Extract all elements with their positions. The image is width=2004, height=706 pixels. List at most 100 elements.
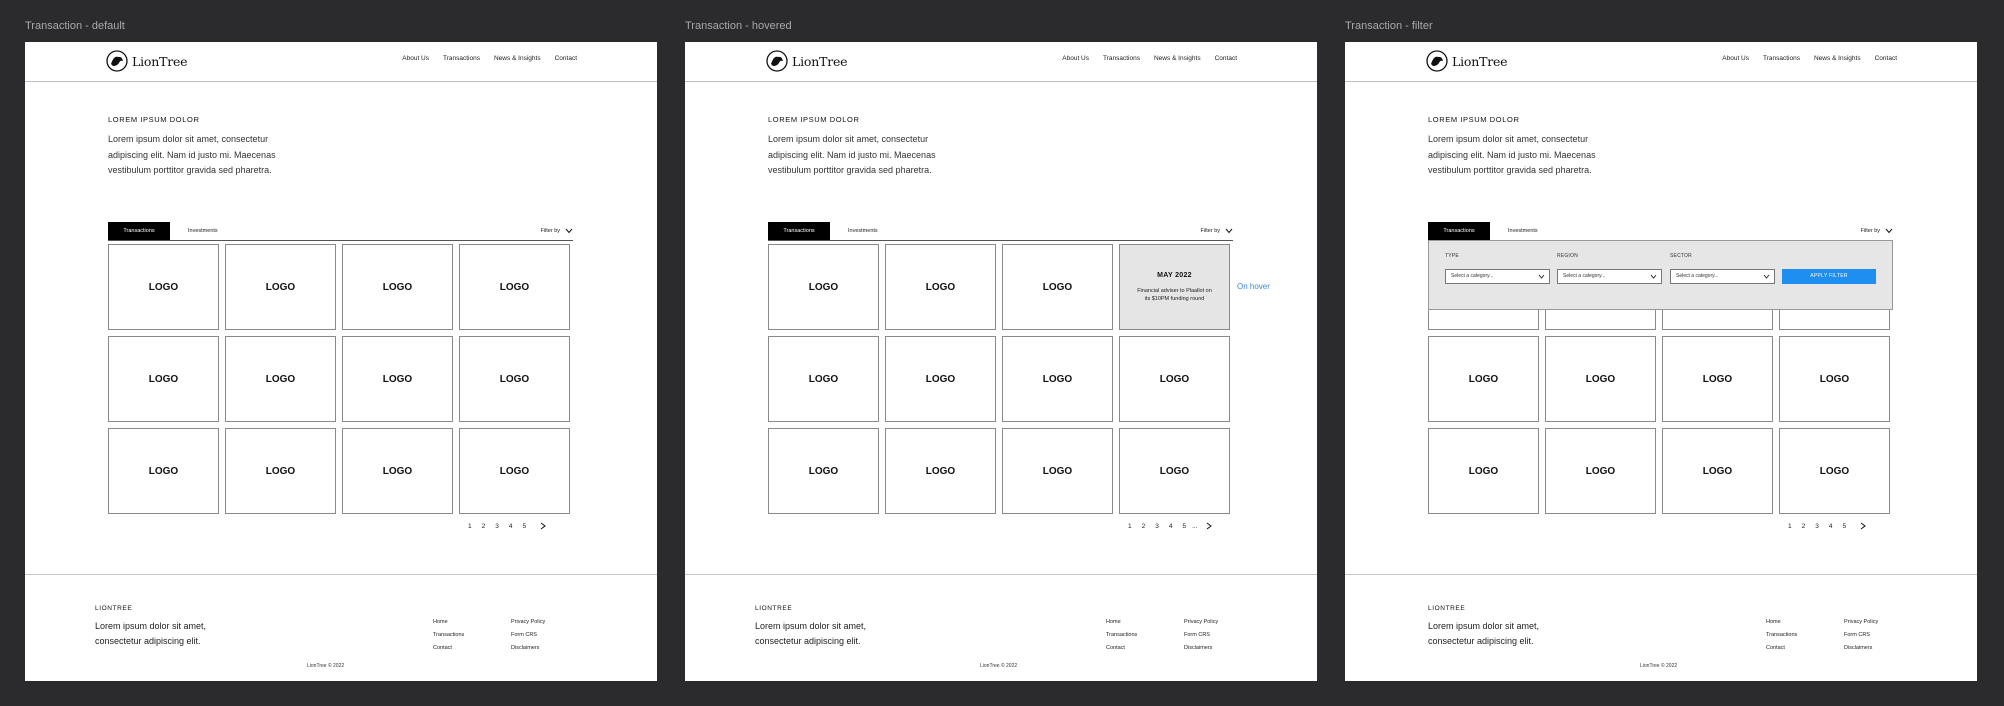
- footer-link-form-crs[interactable]: Form CRS: [511, 632, 545, 638]
- page-4[interactable]: 4: [1169, 523, 1173, 530]
- logo-tile[interactable]: LOGO: [885, 428, 996, 514]
- logo-tile[interactable]: LOGO: [225, 336, 336, 422]
- page-3[interactable]: 3: [1815, 523, 1819, 530]
- logo-tile[interactable]: LOGO: [1119, 336, 1230, 422]
- logo-tile[interactable]: LOGO: [1428, 336, 1539, 422]
- page-3[interactable]: 3: [1155, 523, 1159, 530]
- logo-tile[interactable]: LOGO: [225, 244, 336, 330]
- footer-link-contact[interactable]: Contact: [1106, 645, 1137, 651]
- logo-tile[interactable]: LOGO: [459, 244, 570, 330]
- footer-copyright: LionTree © 2022: [1640, 663, 1678, 669]
- logo-tile-hovered[interactable]: MAY 2022 Financial adviser to Plaallot o…: [1119, 244, 1230, 330]
- logo-tile[interactable]: LOGO: [1545, 428, 1656, 514]
- filter-type-select[interactable]: Select a category...: [1445, 269, 1550, 284]
- footer-link-privacy[interactable]: Privacy Policy: [511, 619, 545, 625]
- tab-transactions[interactable]: Transactions: [1428, 222, 1490, 240]
- logo-tile[interactable]: LOGO: [1002, 244, 1113, 330]
- filter-by-toggle[interactable]: Filter by: [540, 222, 573, 240]
- chevron-right-icon[interactable]: [1206, 522, 1212, 530]
- logo-tile[interactable]: LOGO: [768, 244, 879, 330]
- page-4[interactable]: 4: [509, 523, 513, 530]
- logo-tile[interactable]: LOGO: [885, 244, 996, 330]
- logo-tile[interactable]: LOGO: [108, 428, 219, 514]
- tab-investments[interactable]: Investments: [188, 222, 218, 240]
- page-2[interactable]: 2: [1142, 523, 1146, 530]
- nav-link-transactions[interactable]: Transactions: [1763, 55, 1800, 62]
- apply-filter-button[interactable]: APPLY FILTER: [1782, 269, 1876, 284]
- logo-tile[interactable]: LOGO: [1779, 428, 1890, 514]
- nav-link-about-us[interactable]: About Us: [1722, 55, 1749, 62]
- page-1[interactable]: 1: [1128, 523, 1132, 530]
- footer-link-transactions[interactable]: Transactions: [433, 632, 464, 638]
- footer-link-home[interactable]: Home: [433, 619, 464, 625]
- nav-link-transactions[interactable]: Transactions: [443, 55, 480, 62]
- tab-transactions[interactable]: Transactions: [108, 222, 170, 240]
- nav-link-news-insights[interactable]: News & Insights: [1814, 55, 1861, 62]
- page-4[interactable]: 4: [1829, 523, 1833, 530]
- chevron-right-icon[interactable]: [1860, 522, 1866, 530]
- nav-link-about-us[interactable]: About Us: [1062, 55, 1089, 62]
- footer-link-home[interactable]: Home: [1106, 619, 1137, 625]
- logo-tile[interactable]: LOGO: [225, 428, 336, 514]
- tab-investments[interactable]: Investments: [1508, 222, 1538, 240]
- page-2[interactable]: 2: [1802, 523, 1806, 530]
- logo-tile[interactable]: LOGO: [885, 336, 996, 422]
- logo-tile[interactable]: LOGO: [459, 336, 570, 422]
- footer-link-disclaimers[interactable]: Disclaimers: [1184, 645, 1218, 651]
- page-1[interactable]: 1: [468, 523, 472, 530]
- tab-investments[interactable]: Investments: [848, 222, 878, 240]
- page-3[interactable]: 3: [495, 523, 499, 530]
- page-1[interactable]: 1: [1788, 523, 1792, 530]
- footer-link-transactions[interactable]: Transactions: [1106, 632, 1137, 638]
- nav-link-contact[interactable]: Contact: [1875, 55, 1897, 62]
- logo-tile[interactable]: LOGO: [1779, 336, 1890, 422]
- page-2[interactable]: 2: [482, 523, 486, 530]
- pagination: 1 2 3 4 5: [468, 522, 546, 530]
- footer-link-transactions[interactable]: Transactions: [1766, 632, 1797, 638]
- logo-tile[interactable]: LOGO: [768, 428, 879, 514]
- footer: LIONTREE Lorem ipsum dolor sit amet, con…: [25, 574, 657, 681]
- nav-link-transactions[interactable]: Transactions: [1103, 55, 1140, 62]
- footer-link-privacy[interactable]: Privacy Policy: [1844, 619, 1878, 625]
- logo-tile[interactable]: LOGO: [459, 428, 570, 514]
- nav-link-news-insights[interactable]: News & Insights: [494, 55, 541, 62]
- nav-link-contact[interactable]: Contact: [555, 55, 577, 62]
- footer-link-disclaimers[interactable]: Disclaimers: [511, 645, 545, 651]
- logo-tile[interactable]: LOGO: [342, 244, 453, 330]
- chevron-right-icon[interactable]: [540, 522, 546, 530]
- footer-link-home[interactable]: Home: [1766, 619, 1797, 625]
- logo-tile[interactable]: LOGO: [1002, 428, 1113, 514]
- filter-by-toggle[interactable]: Filter by: [1860, 222, 1893, 240]
- logo-tile[interactable]: LOGO: [1662, 336, 1773, 422]
- filter-region-select[interactable]: Select a category...: [1557, 269, 1662, 284]
- logo-tile[interactable]: LOGO: [1428, 428, 1539, 514]
- nav-link-contact[interactable]: Contact: [1215, 55, 1237, 62]
- footer-link-contact[interactable]: Contact: [433, 645, 464, 651]
- tab-transactions[interactable]: Transactions: [768, 222, 830, 240]
- nav-link-news-insights[interactable]: News & Insights: [1154, 55, 1201, 62]
- page-5[interactable]: 5: [1843, 523, 1847, 530]
- logo-tile[interactable]: LOGO: [342, 428, 453, 514]
- logo-tile[interactable]: LOGO: [342, 336, 453, 422]
- logo-tile[interactable]: LOGO: [1119, 428, 1230, 514]
- page-5[interactable]: 5: [1183, 523, 1187, 530]
- brand-logo[interactable]: LionTree: [1425, 49, 1508, 73]
- footer-link-form-crs[interactable]: Form CRS: [1844, 632, 1878, 638]
- logo-tile[interactable]: LOGO: [108, 244, 219, 330]
- logo-tile[interactable]: LOGO: [1662, 428, 1773, 514]
- logo-tile[interactable]: LOGO: [768, 336, 879, 422]
- pagination: 1 2 3 4 5: [1788, 522, 1866, 530]
- logo-tile[interactable]: LOGO: [108, 336, 219, 422]
- footer-link-form-crs[interactable]: Form CRS: [1184, 632, 1218, 638]
- footer-link-contact[interactable]: Contact: [1766, 645, 1797, 651]
- footer-link-privacy[interactable]: Privacy Policy: [1184, 619, 1218, 625]
- brand-logo[interactable]: LionTree: [105, 49, 188, 73]
- footer-link-disclaimers[interactable]: Disclaimers: [1844, 645, 1878, 651]
- filter-by-toggle[interactable]: Filter by: [1200, 222, 1233, 240]
- nav-link-about-us[interactable]: About Us: [402, 55, 429, 62]
- logo-tile[interactable]: LOGO: [1545, 336, 1656, 422]
- page-5[interactable]: 5: [523, 523, 527, 530]
- brand-logo[interactable]: LionTree: [765, 49, 848, 73]
- filter-sector-select[interactable]: Select a category...: [1670, 269, 1775, 284]
- logo-tile[interactable]: LOGO: [1002, 336, 1113, 422]
